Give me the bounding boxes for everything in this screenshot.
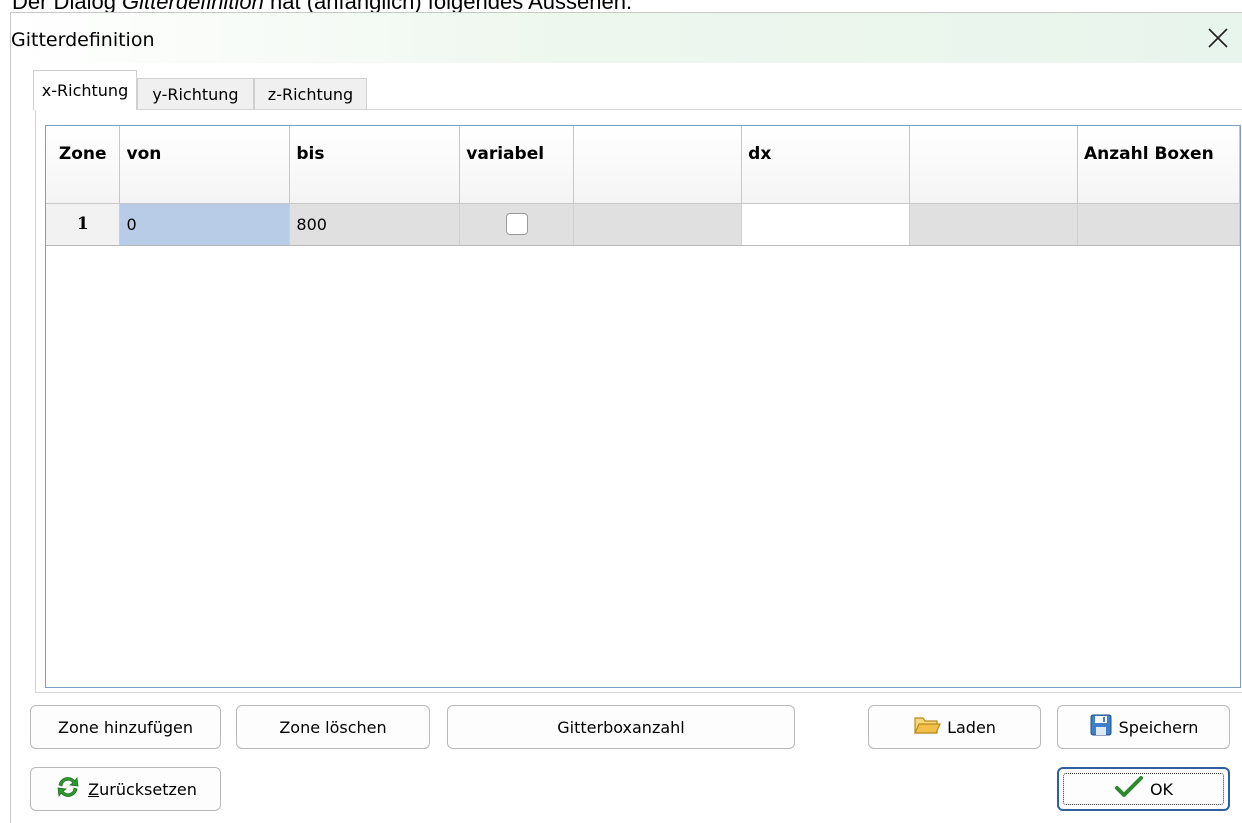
reset-label-rest: urücksetzen bbox=[99, 779, 197, 799]
refresh-icon bbox=[54, 774, 82, 804]
laden-label: Laden bbox=[947, 717, 996, 737]
column-header-empty-1[interactable] bbox=[573, 126, 743, 204]
zone-delete-label: Zone löschen bbox=[279, 717, 387, 737]
cell-anzahl-boxen[interactable] bbox=[1077, 203, 1240, 246]
column-header-bis[interactable]: bis bbox=[289, 126, 461, 204]
column-header-zone[interactable]: Zone bbox=[46, 126, 121, 204]
dialog-titlebar: Gitterdefinition bbox=[11, 13, 1242, 63]
dialog-title: Gitterdefinition bbox=[11, 29, 155, 51]
zone-delete-button[interactable]: Zone löschen bbox=[236, 705, 430, 749]
row-header-zone[interactable]: 1 bbox=[46, 203, 121, 246]
laden-button[interactable]: Laden bbox=[868, 705, 1041, 749]
column-header-anzahl-boxen[interactable]: Anzahl Boxen bbox=[1077, 126, 1240, 204]
close-icon[interactable] bbox=[1203, 23, 1233, 53]
cell-bis[interactable]: 800 bbox=[289, 203, 461, 246]
variabel-checkbox[interactable] bbox=[505, 213, 528, 235]
cell-dx[interactable] bbox=[741, 203, 911, 246]
cell-von[interactable]: 0 bbox=[119, 203, 291, 246]
gitterboxanzahl-label: Gitterboxanzahl bbox=[557, 717, 685, 737]
gitterdefinition-dialog: Gitterdefinition x-Richtung y-Richtung z… bbox=[10, 12, 1242, 823]
speichern-button[interactable]: Speichern bbox=[1057, 705, 1230, 749]
reset-label-underlined: Z bbox=[88, 779, 100, 799]
table-row: 1 0 800 bbox=[46, 203, 1240, 246]
tab-z-richtung[interactable]: z-Richtung bbox=[254, 78, 367, 110]
zone-grid[interactable]: Zone von bis variabel dx Anzahl Boxen 1 … bbox=[45, 125, 1241, 688]
column-header-empty-2[interactable] bbox=[909, 126, 1078, 204]
cell-variabel bbox=[459, 203, 575, 246]
tab-x-richtung[interactable]: x-Richtung bbox=[33, 70, 137, 110]
folder-open-icon bbox=[913, 714, 941, 740]
column-header-dx[interactable]: dx bbox=[741, 126, 911, 204]
column-header-variabel[interactable]: variabel bbox=[459, 126, 575, 204]
speichern-label: Speichern bbox=[1118, 717, 1199, 737]
cell-empty-1 bbox=[573, 203, 743, 246]
zone-table: Zone von bis variabel dx Anzahl Boxen 1 … bbox=[46, 126, 1240, 246]
gitterboxanzahl-button[interactable]: Gitterboxanzahl bbox=[447, 705, 795, 749]
floppy-disk-icon bbox=[1089, 713, 1113, 741]
tab-y-richtung[interactable]: y-Richtung bbox=[137, 78, 254, 110]
reset-label: Zurücksetzen bbox=[88, 780, 197, 799]
column-header-von[interactable]: von bbox=[119, 126, 291, 204]
zone-add-button[interactable]: Zone hinzufügen bbox=[30, 705, 221, 749]
zone-add-label: Zone hinzufügen bbox=[58, 717, 193, 737]
table-header-row: Zone von bis variabel dx Anzahl Boxen bbox=[46, 126, 1240, 204]
cell-empty-2 bbox=[909, 203, 1078, 246]
ok-button[interactable]: OK bbox=[1057, 767, 1230, 811]
reset-button[interactable]: Zurücksetzen bbox=[30, 767, 221, 811]
ok-focus-rect bbox=[1063, 773, 1224, 805]
